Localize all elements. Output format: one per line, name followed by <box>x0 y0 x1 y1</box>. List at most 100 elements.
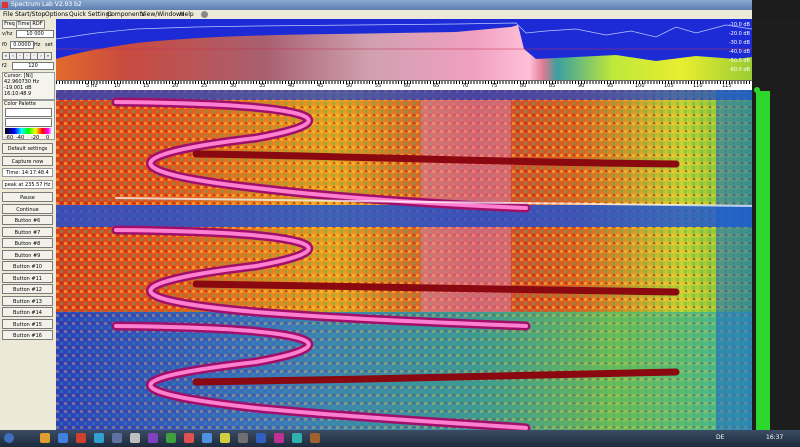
spectrum-graph[interactable]: -10.0 dB -20.0 dB -30.0 dB -40.0 dB -50.… <box>56 19 752 80</box>
custom-button-11[interactable]: Button #11 <box>2 273 53 283</box>
menu-start-stop[interactable]: Start/Stop <box>15 10 45 19</box>
palette-scale-label: 0 <box>46 135 50 141</box>
level-bar <box>756 91 770 430</box>
menu-quick-settings[interactable]: Quick Settings <box>69 10 112 19</box>
nav-last-button[interactable]: » <box>44 52 52 60</box>
cursor-time: 16:10:48.9 <box>4 91 32 97</box>
freq-tick-label: 60 <box>404 83 411 89</box>
taskbar-app-icon[interactable] <box>40 433 50 443</box>
control-panel: Freq Time RDF v/hz 10 000 f0 0.0000 Hz s… <box>0 19 57 430</box>
tab-time[interactable]: Time <box>16 20 31 29</box>
color-palette-panel: Color Palette -60 -40 -20 0 <box>2 100 55 141</box>
zoom-input[interactable]: 120 <box>12 62 54 70</box>
taskbar-app-icon[interactable] <box>184 433 194 443</box>
freq-input[interactable]: 10 000 <box>16 30 54 38</box>
freq-tick-label: 80 <box>520 83 527 89</box>
capture-now-button[interactable]: Capture now <box>2 156 53 166</box>
db-label: -20.0 dB <box>728 31 750 37</box>
db-label: -40.0 dB <box>728 49 750 55</box>
freq-tick-label: 100 <box>635 83 645 89</box>
db-label: -10.0 dB <box>728 22 750 28</box>
tab-freq[interactable]: Freq <box>2 20 17 29</box>
freq-tick-label: 15 <box>143 83 150 89</box>
taskbar-app-icon[interactable] <box>256 433 266 443</box>
nav-buttons: « ‹ - · · › » <box>2 52 54 60</box>
custom-button-10[interactable]: Button #10 <box>2 261 53 271</box>
freq-tick-label: 110 <box>693 83 703 89</box>
menu-help[interactable]: Help <box>180 10 194 19</box>
clock[interactable]: 16:37 <box>766 434 783 441</box>
default-settings-button[interactable]: Default settings <box>2 143 53 154</box>
offset-set-button[interactable]: set <box>45 42 53 48</box>
tab-rdf[interactable]: RDF <box>30 20 45 29</box>
taskbar-app-icon[interactable] <box>130 433 140 443</box>
freq-tick-label: 40 <box>288 83 295 89</box>
menu-components[interactable]: Components <box>107 10 145 19</box>
custom-button-8[interactable]: Button #8 <box>2 238 53 248</box>
taskbar-app-icon[interactable] <box>202 433 212 443</box>
taskbar-app-icon[interactable] <box>220 433 230 443</box>
taskbar-app-icon[interactable] <box>94 433 104 443</box>
title-bar: Spectrum Lab V2.93 b2 <box>0 0 752 10</box>
palette-scale-label: -20 <box>31 135 40 141</box>
taskbar-app-icon[interactable] <box>166 433 176 443</box>
window-title: Spectrum Lab V2.93 b2 <box>11 1 82 8</box>
offset-unit: Hz <box>34 42 41 48</box>
menu-file[interactable]: File <box>3 10 13 19</box>
record-icon[interactable] <box>201 11 208 18</box>
taskbar-app-icon[interactable] <box>310 433 320 443</box>
custom-button-13[interactable]: Button #13 <box>2 296 53 306</box>
level-marker-icon[interactable] <box>754 87 760 93</box>
spectrum-lab-window: Spectrum Lab V2.93 b2 File Start/Stop Op… <box>0 0 752 430</box>
palette-gradient <box>5 128 52 134</box>
freq-tick-label: 70 <box>462 83 469 89</box>
freq-tick-label: 65 <box>433 83 440 89</box>
custom-button-9[interactable]: Button #9 <box>2 250 53 260</box>
taskbar-app-icon[interactable] <box>58 433 68 443</box>
freq-tick-label: 85 <box>549 83 556 89</box>
custom-button-12[interactable]: Button #12 <box>2 284 53 294</box>
taskbar: DE 16:37 <box>0 430 800 447</box>
db-label: -60.0 dB <box>728 67 750 73</box>
waterfall-edge <box>716 90 752 430</box>
status-time: Time: 14:17:48.4 <box>2 168 53 177</box>
status-peak: peak at 235.57 Hz <box>2 180 53 189</box>
offset-label: f0 <box>2 42 7 48</box>
freq-tick-label: 90 <box>578 83 585 89</box>
waterfall-display[interactable] <box>56 90 752 430</box>
freq-tick-label: 45 <box>317 83 324 89</box>
custom-button-7[interactable]: Button #7 <box>2 227 53 237</box>
freq-tick-label: 20 <box>172 83 179 89</box>
waterfall-svg <box>56 90 752 430</box>
taskbar-app-icon[interactable] <box>112 433 122 443</box>
menu-view-windows[interactable]: View/Windows <box>141 10 184 19</box>
menu-options[interactable]: Options <box>45 10 68 19</box>
taskbar-app-icon[interactable] <box>292 433 302 443</box>
freq-tick-label: 95 <box>607 83 614 89</box>
offset-input[interactable]: 0.0000 <box>10 41 34 49</box>
freq-tick-label: 10 <box>114 83 121 89</box>
taskbar-app-icon[interactable] <box>238 433 248 443</box>
palette-header: Color Palette <box>4 101 36 107</box>
taskbar-app-icon[interactable] <box>76 433 86 443</box>
custom-button-16[interactable]: Button #16 <box>2 330 53 340</box>
spectrum-svg <box>56 22 752 80</box>
taskbar-app-icon[interactable] <box>274 433 284 443</box>
pause-button[interactable]: Pause <box>2 192 53 202</box>
freq-tick-label: 55 <box>375 83 382 89</box>
zoom-label: f2 <box>2 63 7 69</box>
language-indicator[interactable]: DE <box>716 434 724 441</box>
start-icon[interactable] <box>4 433 14 443</box>
contrast-slider[interactable] <box>5 118 52 127</box>
freq-tick-label: 30 <box>230 83 237 89</box>
brightness-slider[interactable] <box>5 108 52 117</box>
custom-button-15[interactable]: Button #15 <box>2 319 53 329</box>
continue-button[interactable]: Continue <box>2 204 53 214</box>
db-label: -30.0 dB <box>728 40 750 46</box>
custom-button-14[interactable]: Button #14 <box>2 307 53 317</box>
taskbar-app-icon[interactable] <box>148 433 158 443</box>
freq-tick-label: 75 <box>491 83 498 89</box>
db-scale: -10.0 dB -20.0 dB -30.0 dB -40.0 dB -50.… <box>720 19 750 80</box>
freq-tick-label: 25 <box>201 83 208 89</box>
custom-button-6[interactable]: Button #6 <box>2 215 53 225</box>
